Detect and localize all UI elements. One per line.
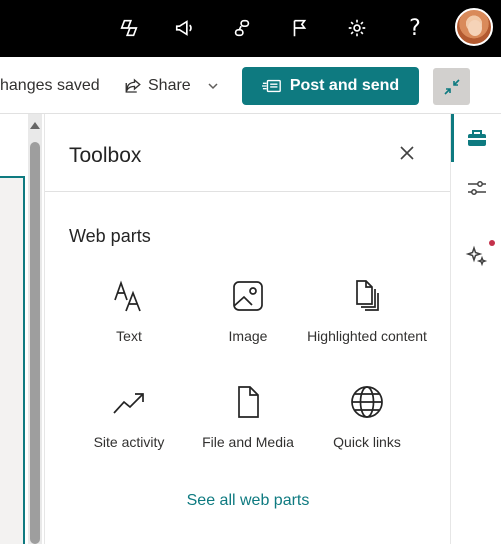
scroll-up-arrow-icon[interactable] [30, 122, 40, 129]
webpart-image[interactable]: Image [188, 276, 308, 346]
collapse-icon [443, 78, 460, 95]
post-and-send-label: Post and send [289, 77, 400, 94]
post-and-send-button[interactable]: Post and send [242, 67, 419, 105]
copilot-icon[interactable] [116, 15, 142, 41]
document-icon [238, 386, 259, 418]
webpart-file-and-media[interactable]: File and Media [188, 382, 308, 452]
webpart-label: File and Media [202, 434, 294, 450]
webpart-label: Text [116, 328, 142, 344]
close-icon[interactable] [397, 143, 417, 163]
share-button[interactable]: Share [124, 74, 219, 98]
megaphone-icon[interactable] [172, 15, 198, 41]
webpart-label: Site activity [93, 434, 165, 450]
post-icon [261, 79, 281, 93]
share-label: Share [148, 77, 191, 94]
collapse-button[interactable] [433, 68, 470, 105]
highlighted-content-icon [356, 280, 379, 311]
gear-icon[interactable] [344, 15, 370, 41]
webpart-highlighted-content[interactable]: Highlighted content [307, 276, 427, 346]
right-rail [450, 114, 501, 544]
webpart-quick-links[interactable]: Quick links [307, 382, 427, 452]
flag-icon[interactable] [287, 15, 313, 41]
selected-section-frame[interactable] [0, 176, 25, 544]
help-label: ? [409, 15, 421, 41]
avatar-face [468, 20, 482, 36]
toolbox-panel: Toolbox Web parts Text Image Highlighted… [44, 114, 451, 544]
image-icon [233, 281, 263, 311]
command-bar: hanges saved Share Post and send [0, 57, 501, 114]
people-connect-icon[interactable] [229, 15, 255, 41]
webpart-text[interactable]: Text [69, 276, 189, 346]
divider [45, 191, 451, 192]
webpart-label: Image [228, 328, 268, 344]
design-ideas-icon[interactable] [465, 244, 489, 268]
suite-header: ? [0, 0, 501, 57]
share-icon [125, 78, 141, 93]
webpart-label: Quick links [333, 434, 401, 450]
trend-icon [113, 393, 144, 414]
webpart-label: Highlighted content [307, 328, 427, 344]
panel-title: Toolbox [69, 144, 142, 167]
help-icon[interactable]: ? [402, 15, 428, 41]
section-heading: Web parts [69, 226, 151, 246]
toolbox-icon[interactable] [465, 126, 489, 150]
rail-selection-indicator [451, 114, 454, 162]
vertical-scrollbar[interactable] [28, 114, 42, 544]
chevron-down-icon [208, 83, 218, 90]
see-all-web-parts-link[interactable]: See all web parts [45, 492, 451, 510]
settings-sliders-icon[interactable] [465, 176, 489, 200]
scroll-thumb[interactable] [30, 142, 40, 544]
webpart-site-activity[interactable]: Site activity [69, 382, 189, 452]
save-status: hanges saved [0, 77, 100, 94]
user-avatar[interactable] [455, 8, 493, 46]
notification-dot [489, 240, 495, 246]
text-icon [114, 280, 141, 312]
globe-icon [351, 386, 383, 418]
